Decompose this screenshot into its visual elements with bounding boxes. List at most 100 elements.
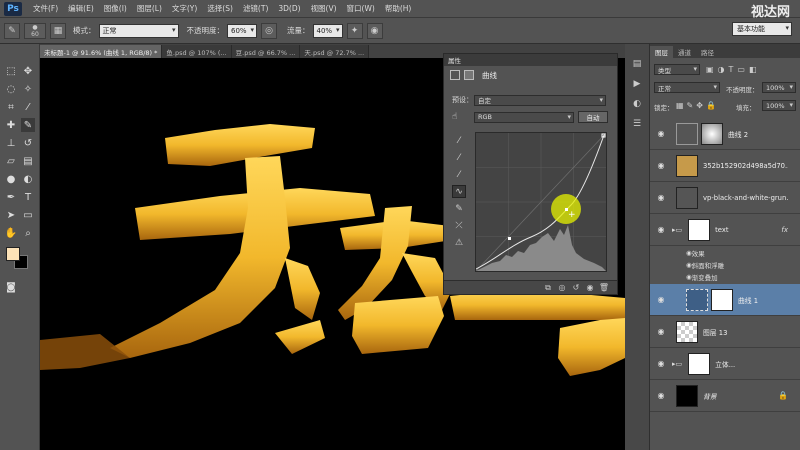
eye-icon[interactable]: ◉ xyxy=(654,193,668,202)
layer-row-texture-2[interactable]: ◉ vp-black-and-white-grun... xyxy=(650,182,800,214)
menu-filter[interactable]: 滤镜(T) xyxy=(238,3,273,14)
layer-row-background[interactable]: ◉ 背景 🔒 xyxy=(650,380,800,412)
eyedropper-icon[interactable]: ⁄ xyxy=(21,100,35,114)
tab-layers[interactable]: 图层 xyxy=(650,46,673,58)
reset-icon[interactable]: ↺ xyxy=(569,283,583,292)
effects-row[interactable]: ◉ 效果 xyxy=(650,247,800,259)
doc-tab-4[interactable]: 天.psd @ 72.7% ... xyxy=(300,45,370,58)
eye-icon[interactable]: ◉ xyxy=(654,129,668,138)
lasso-tool-icon[interactable]: ◌ xyxy=(4,82,18,96)
curve-plot[interactable]: + xyxy=(475,132,607,272)
menu-view[interactable]: 视图(V) xyxy=(306,3,342,14)
history-brush-icon[interactable]: ↺ xyxy=(21,136,35,150)
brush-panel-icon[interactable]: ▦ xyxy=(50,22,66,39)
blur-tool-icon[interactable]: ● xyxy=(4,172,18,186)
gradient-tool-icon[interactable]: ▤ xyxy=(21,154,35,168)
doc-tab-untitled[interactable]: 未标题-1 @ 91.6% (曲线 1, RGB/8) * xyxy=(40,45,163,58)
move-tool-icon[interactable]: ✥ xyxy=(21,64,35,78)
menu-layer[interactable]: 图层(L) xyxy=(132,3,167,14)
fx-icon[interactable]: fx xyxy=(781,226,788,234)
mode-select[interactable]: 正常 xyxy=(98,23,179,38)
eraser-tool-icon[interactable]: ▱ xyxy=(4,154,18,168)
foreground-color-swatch-top[interactable] xyxy=(6,247,20,261)
eye-icon[interactable]: ◉ xyxy=(654,327,668,336)
doc-tab-2[interactable]: 鱼.psd @ 107% (... xyxy=(162,45,232,58)
smooth-icon[interactable]: ⤫ xyxy=(452,219,466,232)
curve-edit-icon[interactable]: ∿ xyxy=(452,185,466,198)
actions-panel-icon[interactable]: ▶ xyxy=(630,78,644,90)
layer-row-curves-2[interactable]: ◉ 曲线 2 xyxy=(650,118,800,150)
pencil-draw-icon[interactable]: ✎ xyxy=(452,202,466,215)
flow-select[interactable]: 40% xyxy=(312,23,343,38)
brush-tool-icon[interactable]: ✎ xyxy=(4,22,20,39)
hand-tool-icon[interactable]: ✋ xyxy=(4,226,18,240)
doc-tab-3[interactable]: 豆.psd @ 66.7% ... xyxy=(231,45,301,58)
eye-icon[interactable]: ◉ xyxy=(654,161,668,170)
tab-channels[interactable]: 通道 xyxy=(673,46,696,58)
pressure-opacity-icon[interactable]: ◎ xyxy=(261,22,277,39)
path-select-icon[interactable]: ➤ xyxy=(4,208,18,222)
blend-mode-select[interactable]: 正常 xyxy=(654,82,720,93)
layer-row-texture-1[interactable]: ◉ 352b152902d498a5d70... xyxy=(650,150,800,182)
type-tool-icon[interactable]: T xyxy=(21,190,35,204)
layer-row-curves-1[interactable]: ◉ 曲线 1 xyxy=(650,284,800,316)
healing-brush-icon[interactable]: ✚ xyxy=(4,118,18,132)
eye-icon[interactable]: ◉ xyxy=(654,359,668,368)
view-previous-icon[interactable]: ◎ xyxy=(555,283,569,292)
curve-point[interactable] xyxy=(508,237,511,240)
magic-wand-icon[interactable]: ✧ xyxy=(21,82,35,96)
visibility-icon[interactable]: ◉ xyxy=(583,283,597,292)
properties-panel-icon[interactable]: ☰ xyxy=(630,118,644,130)
hand-adjust-icon[interactable]: ☝ xyxy=(452,112,474,122)
lock-icons[interactable]: ▦✎✥🔒 xyxy=(676,101,719,110)
workspace-select[interactable]: 基本功能 xyxy=(732,22,792,36)
curves-graph[interactable]: + xyxy=(475,132,607,272)
properties-tab[interactable]: 属性 xyxy=(444,54,617,66)
pen-tool-icon[interactable]: ✒ xyxy=(4,190,18,204)
tab-paths[interactable]: 路径 xyxy=(696,46,719,58)
layer-row-13[interactable]: ◉ 图层 13 xyxy=(650,316,800,348)
menu-3d[interactable]: 3D(D) xyxy=(273,4,305,13)
menu-type[interactable]: 文字(Y) xyxy=(167,3,202,14)
sample-black-point-icon[interactable]: ⁄ xyxy=(452,134,466,147)
fill-select[interactable]: 100% xyxy=(762,100,796,111)
effect-bevel-row[interactable]: ◉ 斜面和浮雕 xyxy=(650,259,800,271)
history-panel-icon[interactable]: ▤ xyxy=(630,58,644,70)
rectangle-tool-icon[interactable]: ▭ xyxy=(21,208,35,222)
sample-white-point-icon[interactable]: ⁄ xyxy=(452,168,466,181)
adjustments-panel-icon[interactable]: ◐ xyxy=(630,98,644,110)
marquee-tool-icon[interactable]: ⬚ xyxy=(4,64,18,78)
layer-filter-select[interactable]: 类型 xyxy=(654,64,700,75)
mask-icon[interactable] xyxy=(464,70,474,80)
menu-help[interactable]: 帮助(H) xyxy=(380,3,417,14)
preset-select[interactable]: 自定 xyxy=(474,94,606,106)
eye-icon[interactable]: ◉ xyxy=(654,391,668,400)
folder-icon[interactable]: ▸▭ xyxy=(672,226,682,234)
folder-icon[interactable]: ▸▭ xyxy=(672,360,682,368)
menu-file[interactable]: 文件(F) xyxy=(28,3,63,14)
effect-gradient-row[interactable]: ◉ 渐变叠加 xyxy=(650,271,800,283)
airbrush-icon[interactable]: ✦ xyxy=(346,22,363,39)
brush-size-picker[interactable]: ● 60 xyxy=(24,22,46,39)
opacity-select[interactable]: 60% xyxy=(227,23,257,38)
filter-icons[interactable]: ▣◑T▭◧ xyxy=(706,65,761,74)
dodge-tool-icon[interactable]: ◐ xyxy=(21,172,35,186)
layer-row-text[interactable]: ◉ ▸▭ text fx xyxy=(650,214,800,246)
crop-tool-icon[interactable]: ⌗ xyxy=(4,100,18,114)
histogram-warning-icon[interactable]: ⚠ xyxy=(452,236,466,249)
eye-icon[interactable]: ◉ xyxy=(654,225,668,234)
clone-stamp-icon[interactable]: ⊥ xyxy=(4,136,18,150)
sample-gray-point-icon[interactable]: ⁄ xyxy=(452,151,466,164)
pressure-size-icon[interactable]: ◉ xyxy=(366,22,383,39)
brush-tool-icon[interactable]: ✎ xyxy=(21,118,35,132)
clip-to-layer-icon[interactable]: ⧉ xyxy=(541,283,555,293)
layer-opacity-select[interactable]: 100% xyxy=(762,82,796,93)
zoom-tool-icon[interactable]: ⌕ xyxy=(21,226,35,240)
quick-mask-icon[interactable]: ◙ xyxy=(4,280,18,294)
menu-select[interactable]: 选择(S) xyxy=(202,3,238,14)
delete-icon[interactable]: 🗑 xyxy=(597,283,611,292)
eye-icon[interactable]: ◉ xyxy=(654,295,668,304)
menu-edit[interactable]: 编辑(E) xyxy=(63,3,99,14)
menu-window[interactable]: 窗口(W) xyxy=(342,3,380,14)
layer-row-3d-group[interactable]: ◉ ▸▭ 立体... xyxy=(650,348,800,380)
